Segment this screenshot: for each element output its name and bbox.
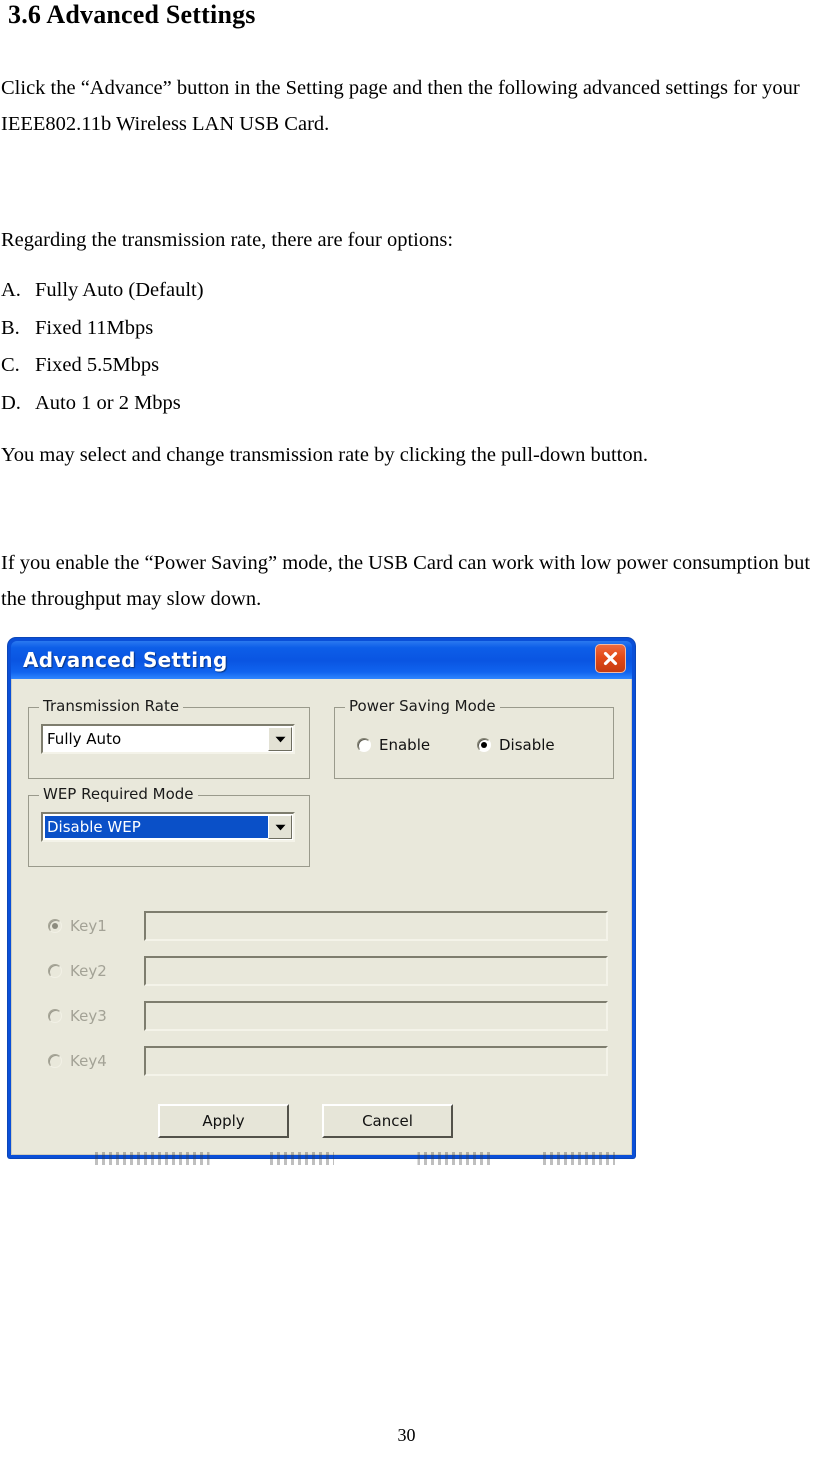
radio-wep-key1[interactable]: Key1 — [48, 917, 144, 935]
intro-paragraph: Click the “Advance” button in the Settin… — [1, 77, 800, 135]
wep-required-mode-group-label: WEP Required Mode — [39, 785, 198, 803]
wep-key1-input[interactable] — [144, 911, 608, 941]
list-item-label: Fully Auto (Default) — [35, 279, 204, 301]
radio-icon-unchecked-disabled — [48, 964, 62, 978]
list-item: C. Fixed 5.5Mbps — [1, 347, 501, 385]
list-item-marker: D. — [1, 391, 21, 414]
radio-wep-key2[interactable]: Key2 — [48, 962, 144, 980]
transmission-rate-intro: Regarding the transmission rate, there a… — [1, 229, 454, 251]
wep-required-mode-combo[interactable]: Disable WEP — [41, 812, 295, 842]
power-saving-paragraph: If you enable the “Power Saving” mode, t… — [1, 552, 811, 610]
wep-key-row: Key2 — [48, 954, 608, 988]
wep-key-label: Key1 — [70, 917, 107, 935]
chevron-down-icon[interactable] — [268, 815, 292, 839]
list-item: B. Fixed 11Mbps — [1, 310, 501, 348]
close-icon[interactable] — [595, 644, 626, 673]
transmission-rate-value: Fully Auto — [47, 730, 122, 748]
radio-label-disable: Disable — [499, 736, 555, 754]
transmission-rate-option-list: A. Fully Auto (Default) B. Fixed 11Mbps … — [1, 272, 501, 422]
list-item-marker: C. — [1, 354, 20, 376]
select-rate-paragraph: You may select and change transmission r… — [1, 444, 648, 466]
radio-icon-unchecked — [357, 738, 371, 752]
wep-required-mode-value: Disable WEP — [45, 816, 268, 838]
power-saving-mode-group-label: Power Saving Mode — [345, 697, 500, 715]
chevron-down-icon[interactable] — [268, 727, 292, 751]
radio-power-saving-disable[interactable]: Disable — [477, 736, 555, 754]
advanced-setting-dialog: Advanced Setting Transmission Rate Fully… — [8, 638, 635, 1158]
dialog-title: Advanced Setting — [23, 648, 228, 672]
apply-button[interactable]: Apply — [158, 1104, 289, 1138]
transmission-rate-group: Transmission Rate Fully Auto — [28, 697, 310, 779]
list-item-label: Auto 1 or 2 Mbps — [35, 391, 181, 414]
radio-power-saving-enable[interactable]: Enable — [357, 736, 430, 754]
wep-key4-input[interactable] — [144, 1046, 608, 1076]
radio-icon-checked-disabled — [48, 919, 62, 933]
radio-icon-unchecked-disabled — [48, 1009, 62, 1023]
dialog-titlebar[interactable]: Advanced Setting — [11, 641, 632, 679]
document-page: 3.6 Advanced Settings Click the “Advance… — [0, 0, 813, 1468]
wep-key-label: Key3 — [70, 1007, 107, 1025]
wep-key-label: Key4 — [70, 1052, 107, 1070]
radio-icon-unchecked-disabled — [48, 1054, 62, 1068]
wep-required-mode-group: WEP Required Mode Disable WEP — [28, 785, 310, 867]
transmission-rate-combo[interactable]: Fully Auto — [41, 724, 295, 754]
scan-artifact — [95, 1152, 615, 1165]
dialog-body: Transmission Rate Fully Auto Power Savin… — [11, 679, 632, 1155]
wep-key-row: Key4 — [48, 1044, 608, 1078]
list-item-label: Fixed 11Mbps — [35, 316, 154, 339]
wep-key-row: Key1 — [48, 909, 608, 943]
wep-key-label: Key2 — [70, 962, 107, 980]
list-item: A. Fully Auto (Default) — [1, 272, 501, 310]
radio-wep-key4[interactable]: Key4 — [48, 1052, 144, 1070]
list-item-marker: A. — [1, 279, 21, 301]
list-item-marker: B. — [1, 316, 20, 339]
list-item: D. Auto 1 or 2 Mbps — [1, 385, 501, 423]
page-number: 30 — [397, 1425, 416, 1445]
radio-icon-checked — [477, 738, 491, 752]
wep-key2-input[interactable] — [144, 956, 608, 986]
cancel-button[interactable]: Cancel — [322, 1104, 453, 1138]
radio-label-enable: Enable — [379, 736, 431, 754]
power-saving-mode-group: Power Saving Mode Enable Disable — [334, 697, 614, 779]
transmission-rate-group-label: Transmission Rate — [39, 697, 184, 715]
list-item-label: Fixed 5.5Mbps — [35, 354, 160, 376]
wep-key-row: Key3 — [48, 999, 608, 1033]
page-title: 3.6 Advanced Settings — [8, 0, 256, 29]
radio-wep-key3[interactable]: Key3 — [48, 1007, 144, 1025]
wep-key3-input[interactable] — [144, 1001, 608, 1031]
